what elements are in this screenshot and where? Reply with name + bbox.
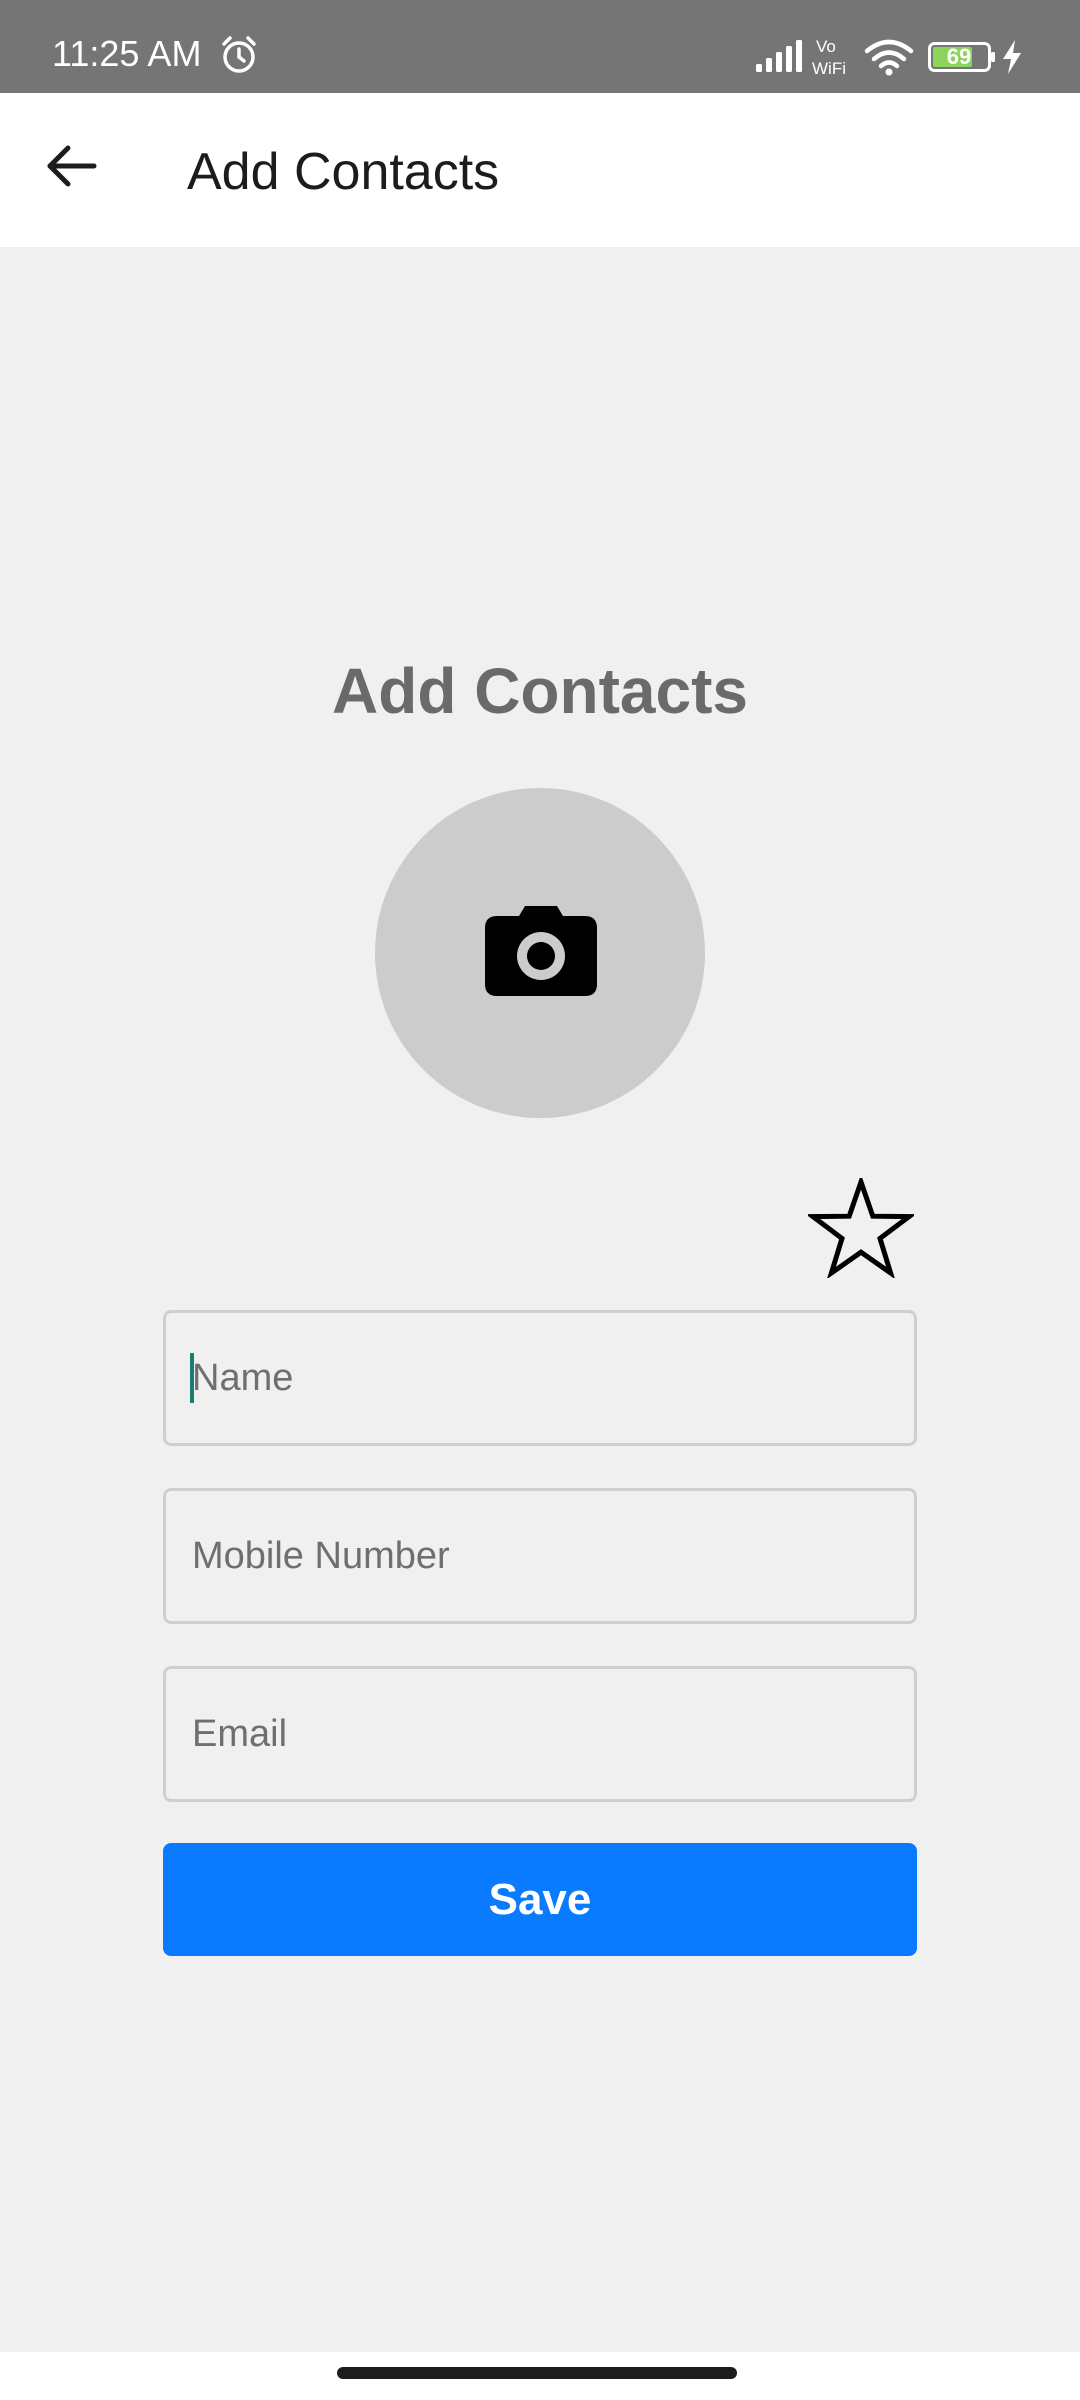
- photo-picker-button[interactable]: [375, 788, 705, 1118]
- favorite-button[interactable]: [805, 1174, 917, 1280]
- svg-text:Vo: Vo: [816, 37, 836, 56]
- mobile-number-field[interactable]: [163, 1488, 917, 1624]
- home-indicator[interactable]: [337, 2367, 737, 2379]
- back-button[interactable]: [30, 124, 114, 208]
- signal-icon: [756, 40, 802, 72]
- status-bar: 11:25 AM Vo WiFi 69: [0, 0, 1080, 93]
- arrow-left-icon: [47, 145, 97, 187]
- email-field[interactable]: [163, 1666, 917, 1802]
- alarm-icon: [222, 36, 256, 73]
- battery-level-text: 69: [946, 44, 972, 69]
- svg-text:WiFi: WiFi: [812, 59, 846, 78]
- app-bar: [0, 93, 1080, 247]
- status-time: 11:25 AM: [52, 33, 202, 74]
- camera-icon: [485, 906, 597, 996]
- name-field[interactable]: [163, 1310, 917, 1446]
- page-heading: Add Contacts: [332, 655, 748, 727]
- charging-icon: [1003, 40, 1021, 74]
- star-outline-icon: [805, 1174, 917, 1280]
- save-button[interactable]: Save: [163, 1843, 917, 1956]
- vowifi-icon: Vo WiFi: [812, 37, 846, 78]
- battery-icon: 69: [928, 42, 996, 72]
- app-bar-title: Add Contacts: [187, 143, 500, 201]
- text-cursor: [190, 1353, 194, 1403]
- wifi-icon: [864, 39, 914, 76]
